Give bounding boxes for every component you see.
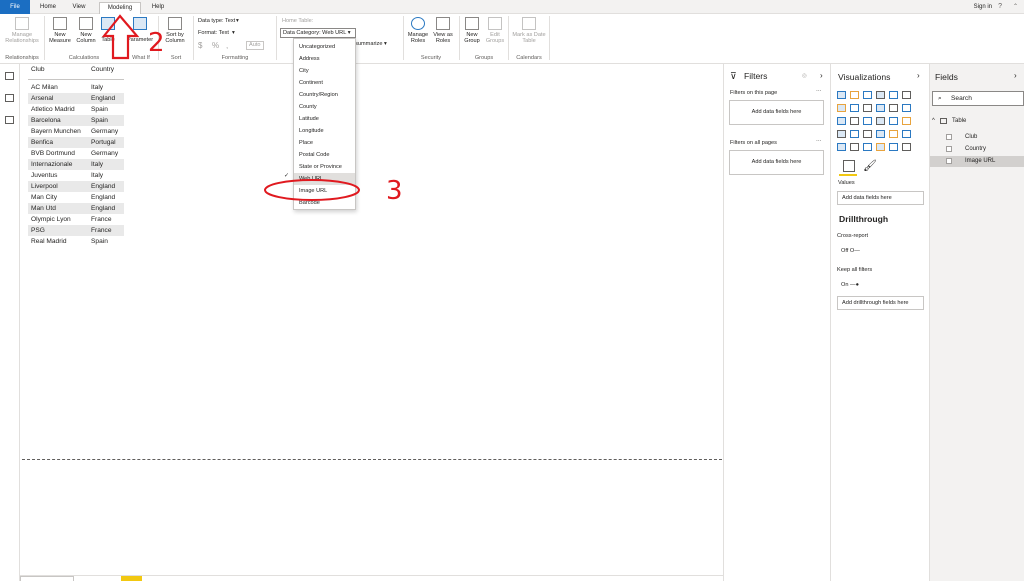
multi-row-card-icon[interactable]: [889, 130, 898, 138]
matrix-icon[interactable]: [876, 143, 885, 151]
drillthrough-title: Drillthrough: [839, 214, 889, 224]
donut-chart-icon[interactable]: [876, 117, 885, 125]
stacked-column-icon[interactable]: [850, 91, 859, 99]
drillthrough-well[interactable]: Add drillthrough fields here: [837, 296, 924, 310]
active-tab-indicator: [839, 174, 857, 176]
table-icon: [940, 118, 947, 124]
fields-title: Fields: [935, 72, 958, 82]
table-visual-icon[interactable]: [863, 143, 872, 151]
map-icon[interactable]: [902, 117, 911, 125]
scatter-icon[interactable]: [850, 117, 859, 125]
keep-all-filters-toggle[interactable]: On —●: [841, 282, 859, 288]
cross-report-toggle[interactable]: Off O—: [841, 248, 860, 254]
toggle-on-icon: —●: [850, 282, 860, 288]
annotation-step-3: 3: [386, 176, 403, 206]
fields-pane: Fields › ⌕ Search ^ Table Club Country Ima…: [929, 64, 1024, 581]
fields-tab-icon[interactable]: [843, 160, 855, 172]
toggle-off-icon: O—: [849, 248, 860, 254]
filter-icon: ⊽: [730, 71, 737, 81]
highlight-ellipse: [264, 179, 360, 201]
more-visuals-icon[interactable]: [902, 143, 911, 151]
gauge-icon[interactable]: [863, 130, 872, 138]
checkbox[interactable]: [946, 146, 952, 152]
filters-on-page-label: Filters on this page: [730, 90, 778, 96]
100-bar-icon[interactable]: [889, 91, 898, 99]
chevron-right-icon[interactable]: ›: [820, 71, 823, 80]
field-item-club[interactable]: Club: [930, 132, 1024, 143]
field-label: Image URL: [965, 158, 996, 164]
collapse-caret-icon: ^: [932, 118, 935, 124]
ribbon-chart-icon[interactable]: [902, 104, 911, 112]
page-filters-well[interactable]: Add data fields here: [729, 100, 824, 125]
filters-all-pages-label: Filters on all pages: [730, 140, 777, 146]
chevron-right-icon[interactable]: ›: [917, 71, 920, 80]
python-visual-icon[interactable]: [850, 143, 859, 151]
filters-title: Filters: [744, 71, 768, 81]
values-label: Values: [838, 180, 855, 186]
slicer-icon[interactable]: [837, 143, 846, 151]
visualizations-title: Visualizations: [838, 72, 891, 82]
keep-all-filters-label: Keep all filters: [837, 267, 873, 273]
checkbox[interactable]: [946, 158, 952, 164]
values-well[interactable]: Add data fields here: [837, 191, 924, 205]
field-label: Country: [965, 146, 987, 152]
area-chart-icon[interactable]: [850, 104, 859, 112]
chevron-right-icon[interactable]: ›: [1014, 71, 1017, 80]
checkbox[interactable]: [946, 134, 952, 140]
stacked-area-icon[interactable]: [863, 104, 872, 112]
clustered-column-icon[interactable]: [876, 91, 885, 99]
eye-icon[interactable]: ◎: [802, 73, 807, 79]
funnel-icon[interactable]: [850, 130, 859, 138]
arrow-up-icon: [101, 14, 140, 60]
r-visual-icon[interactable]: [889, 143, 898, 151]
report-filters-well[interactable]: Add data fields here: [729, 150, 824, 175]
pie-chart-icon[interactable]: [863, 117, 872, 125]
visualizations-pane: Visualizations › 🖌 Values Add data field…: [830, 64, 929, 581]
filters-pane: ⊽ Filters ◎ › Filters on this page ··· A…: [723, 64, 830, 581]
waterfall-icon[interactable]: [837, 117, 846, 125]
cross-report-label: Cross-report: [837, 233, 869, 239]
treemap-icon[interactable]: [889, 117, 898, 125]
fields-search-input[interactable]: ⌕ Search: [932, 91, 1024, 106]
annotation-step-2: 2: [148, 28, 165, 58]
field-item-image-url[interactable]: Image URL: [930, 156, 1024, 167]
field-item-country[interactable]: Country: [930, 144, 1024, 155]
kpi-icon[interactable]: [902, 130, 911, 138]
table-node[interactable]: ^ Table: [930, 116, 1024, 127]
filled-map-icon[interactable]: [837, 130, 846, 138]
more-options-icon[interactable]: ···: [816, 138, 822, 144]
line-chart-icon[interactable]: [837, 104, 846, 112]
100-column-icon[interactable]: [902, 91, 911, 99]
search-icon: ⌕: [938, 95, 942, 102]
paint-roller-icon[interactable]: 🖌: [863, 159, 877, 172]
field-label: Club: [965, 134, 978, 140]
card-icon[interactable]: [876, 130, 885, 138]
stacked-bar-icon[interactable]: [837, 91, 846, 99]
line-clustered-icon[interactable]: [889, 104, 898, 112]
line-column-icon[interactable]: [876, 104, 885, 112]
more-options-icon[interactable]: ···: [816, 88, 822, 94]
clustered-bar-icon[interactable]: [863, 91, 872, 99]
